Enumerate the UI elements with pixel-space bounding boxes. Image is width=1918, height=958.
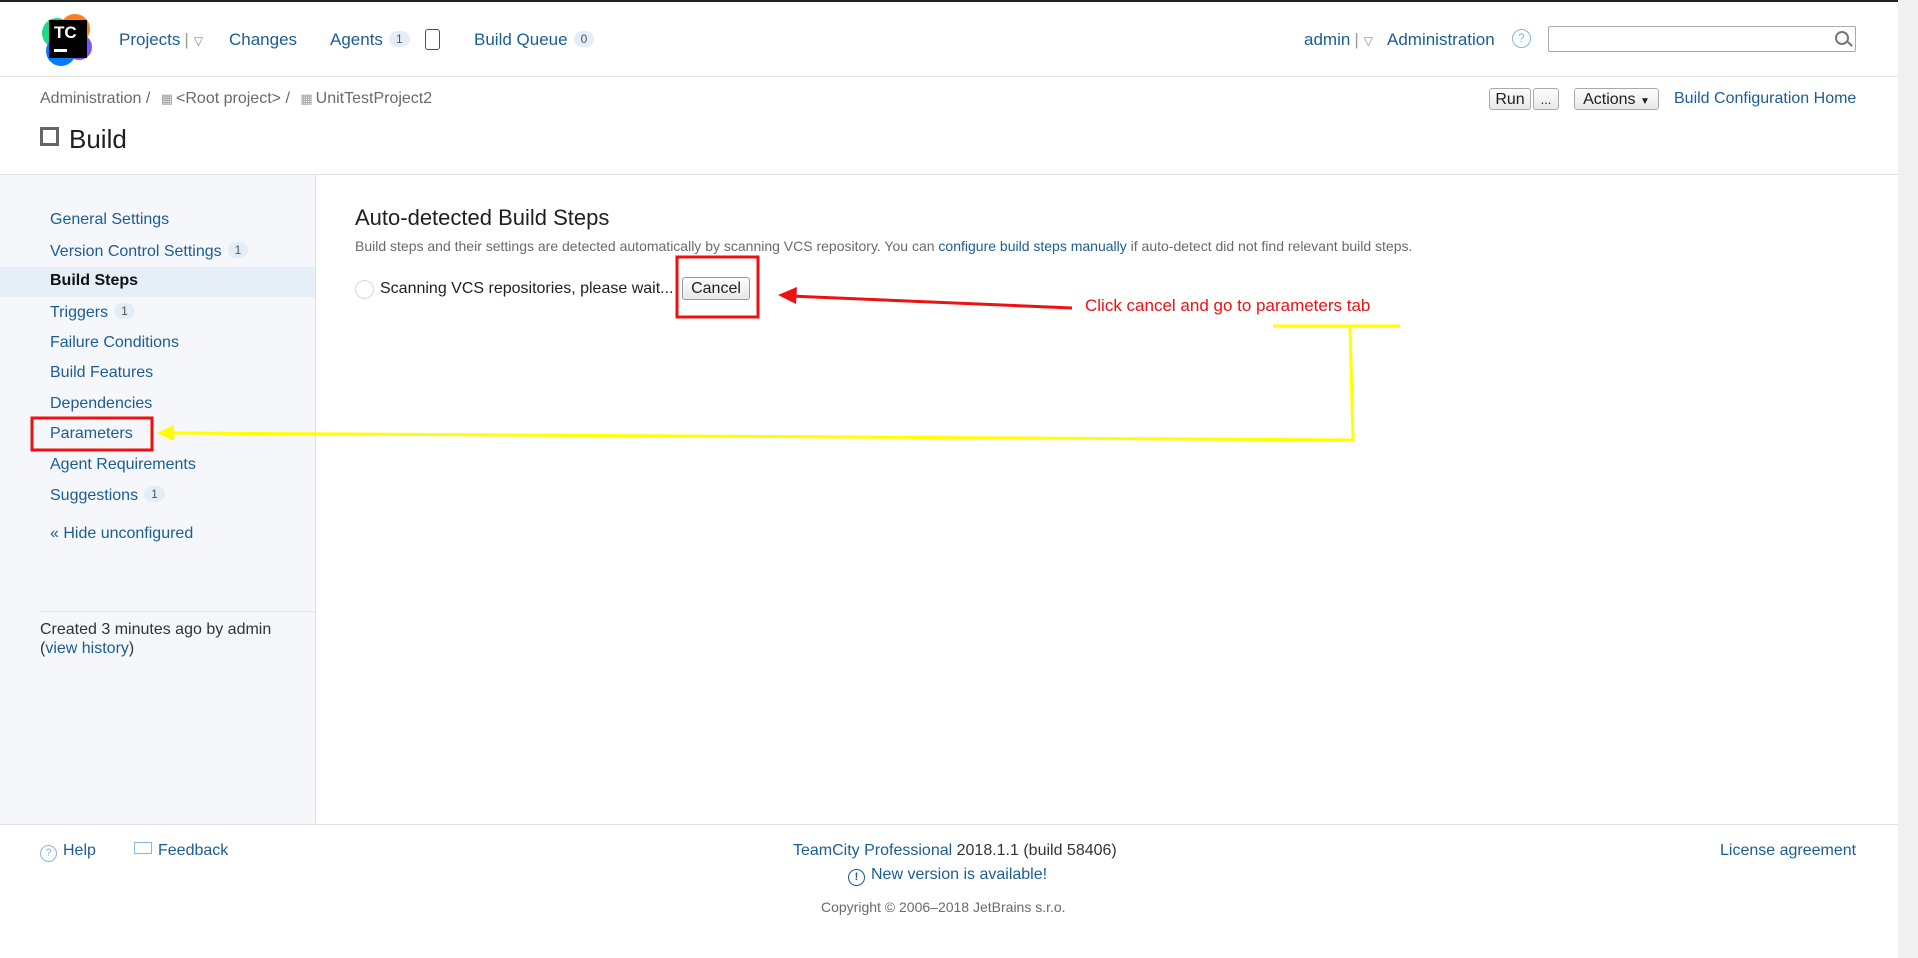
nav-projects[interactable]: Projects | ▽: [119, 30, 203, 50]
nav-build-queue[interactable]: Build Queue 0: [474, 30, 595, 50]
breadcrumb: Administration / ▦ <Root project> / ▦ Unit…: [40, 90, 432, 108]
chevron-down-icon: ▼: [1640, 96, 1650, 107]
page-title-text: Build: [69, 124, 127, 154]
logo-box: TC: [49, 20, 87, 58]
project-grid-icon: ▦: [160, 91, 174, 106]
actions-label: Actions: [1583, 91, 1636, 108]
footer-product: TeamCity Professional 2018.1.1 (build 58…: [793, 842, 1117, 860]
active-item-highlight: [0, 267, 315, 297]
build-config-status-icon: [40, 127, 59, 146]
sidebar-item-label: Suggestions: [50, 487, 139, 504]
user-menu[interactable]: admin | ▽: [1304, 30, 1373, 50]
description-text: if auto-detect did not find relevant bui…: [1126, 238, 1413, 254]
nav-administration[interactable]: Administration: [1387, 30, 1495, 50]
sidebar-item-suggestions[interactable]: Suggestions 1: [50, 486, 165, 505]
page-title: Build: [40, 124, 127, 155]
chevron-down-icon[interactable]: ▽: [194, 34, 203, 48]
sidebar-item-triggers[interactable]: Triggers 1: [50, 303, 135, 322]
settings-sidebar: General Settings Version Control Setting…: [0, 175, 316, 824]
cancel-button[interactable]: Cancel: [682, 277, 750, 300]
version-text: 2018.1.1 (build 58406): [952, 842, 1117, 859]
red-arrow-line: [789, 294, 1073, 310]
teamcity-professional-link[interactable]: TeamCity Professional: [793, 842, 952, 859]
divider: [40, 611, 315, 612]
copyright: Copyright © 2006–2018 JetBrains s.r.o.: [821, 899, 1066, 915]
logo-bar: [54, 49, 67, 52]
build-queue-count-badge: 0: [573, 31, 595, 47]
mail-icon: [134, 842, 152, 854]
exclamation-icon: !: [848, 869, 865, 886]
annotation-instruction: Click cancel and go to parameters tab: [1085, 296, 1371, 315]
help-icon: ?: [40, 845, 57, 862]
logo-text: TC: [54, 23, 77, 42]
separator: |: [1354, 30, 1359, 49]
section-heading: Auto-detected Build Steps: [355, 205, 610, 230]
view-history-link[interactable]: view history: [45, 640, 129, 657]
nav-build-queue-label: Build Queue: [474, 30, 568, 49]
hide-unconfigured-link[interactable]: « Hide unconfigured: [50, 525, 193, 543]
actions-button[interactable]: Actions ▼: [1574, 88, 1659, 110]
separator: |: [184, 30, 189, 49]
user-name: admin: [1304, 30, 1351, 49]
footer-help-label: Help: [63, 842, 96, 859]
breadcrumb-separator: /: [285, 90, 290, 107]
created-info: Created 3 minutes ago by admin (view his…: [40, 620, 300, 658]
agent-device-icon[interactable]: [425, 29, 440, 50]
nav-projects-label: Projects: [119, 30, 181, 49]
paren: ): [128, 640, 135, 657]
license-agreement-link[interactable]: License agreement: [1720, 842, 1856, 860]
count-badge: 1: [114, 303, 135, 319]
search-input[interactable]: [1548, 26, 1856, 52]
sidebar-item-general-settings[interactable]: General Settings: [50, 211, 169, 229]
top-navigation-bar: TC Projects | ▽ Changes Agents 1 Build Queu…: [0, 0, 1898, 77]
sidebar-item-build-steps[interactable]: Build Steps: [50, 272, 138, 290]
description-text: Build steps and their settings are detec…: [355, 238, 939, 254]
nav-agents[interactable]: Agents 1: [330, 30, 410, 50]
run-button[interactable]: Run: [1489, 88, 1531, 110]
chevron-down-icon[interactable]: ▽: [1364, 34, 1373, 48]
count-badge: 1: [227, 242, 249, 258]
yellow-arrow-line: [171, 325, 1355, 442]
footer-help-link[interactable]: ? Help: [40, 842, 96, 862]
new-version-label: New version is available!: [871, 866, 1048, 883]
run-options-button[interactable]: ...: [1533, 88, 1559, 110]
sidebar-item-version-control-settings[interactable]: Version Control Settings 1: [50, 242, 249, 261]
divider: [0, 824, 1898, 825]
sidebar-item-parameters[interactable]: Parameters: [50, 425, 133, 443]
configure-build-steps-manually-link[interactable]: configure build steps manually: [938, 238, 1126, 254]
scanning-status: Scanning VCS repositories, please wait..…: [380, 280, 674, 297]
sidebar-item-dependencies[interactable]: Dependencies: [50, 395, 152, 413]
loading-spinner-icon: [355, 280, 374, 299]
search-icon[interactable]: [1835, 31, 1849, 45]
teamcity-logo[interactable]: TC: [42, 14, 94, 66]
agents-count-badge: 1: [388, 31, 410, 47]
breadcrumb-unit-test-project[interactable]: UnitTestProject2: [316, 90, 433, 107]
breadcrumb-separator: /: [145, 90, 151, 107]
section-description: Build steps and their settings are detec…: [355, 238, 1412, 254]
new-version-link[interactable]: ! New version is available!: [848, 866, 1047, 886]
footer-feedback-label: Feedback: [158, 842, 229, 859]
project-grid-icon: ▦: [300, 91, 313, 106]
help-icon[interactable]: ?: [1512, 29, 1531, 48]
sidebar-item-failure-conditions[interactable]: Failure Conditions: [50, 334, 179, 352]
breadcrumb-administration[interactable]: Administration: [40, 90, 141, 107]
build-configuration-home-link[interactable]: Build Configuration Home: [1674, 90, 1856, 108]
breadcrumb-root-project[interactable]: <Root project>: [176, 90, 281, 107]
count-badge: 1: [144, 486, 165, 502]
created-text: Created 3 minutes ago by admin: [40, 621, 272, 638]
nav-agents-label: Agents: [330, 30, 383, 49]
page-scrollbar[interactable]: [1898, 0, 1918, 958]
sidebar-item-agent-requirements[interactable]: Agent Requirements: [50, 456, 196, 474]
sidebar-item-label: Version Control Settings: [50, 243, 222, 260]
nav-changes[interactable]: Changes: [229, 30, 297, 50]
sidebar-item-label: Triggers: [50, 304, 109, 321]
footer-feedback-link[interactable]: Feedback: [134, 842, 228, 860]
red-arrow-head: [778, 287, 797, 304]
sidebar-item-build-features[interactable]: Build Features: [50, 364, 153, 382]
